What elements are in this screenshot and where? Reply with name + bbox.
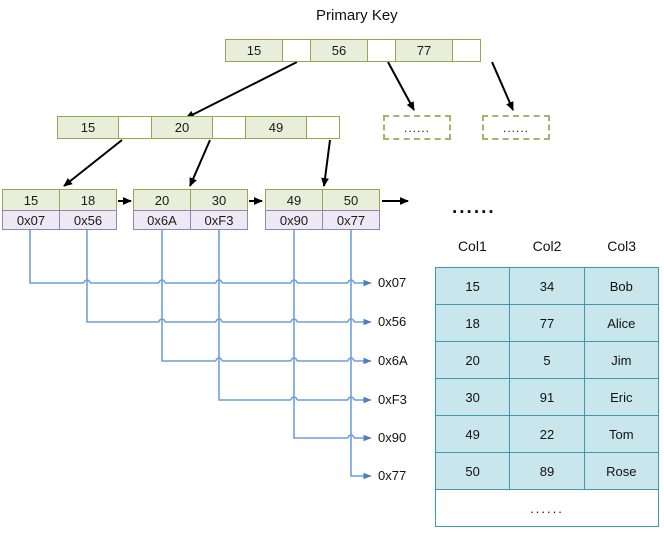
table-cell: 20 <box>435 341 511 379</box>
table-cell: Tom <box>583 415 659 453</box>
record-table: Col1 Col2 Col3 15 34 Bob 18 77 Alice 20 … <box>435 238 659 527</box>
table-row[interactable]: 18 77 Alice <box>435 304 659 342</box>
leaf-node-2: 20 30 0x6A 0xF3 <box>133 189 248 230</box>
record-table-header-col1: Col1 <box>457 238 487 254</box>
leaf-node-1: 15 18 0x07 0x56 <box>2 189 117 230</box>
table-row[interactable]: 49 22 Tom <box>435 415 659 453</box>
address-label-0xF3: 0xF3 <box>378 392 407 407</box>
page-title: Primary Key <box>316 7 398 24</box>
table-row[interactable]: 15 34 Bob <box>435 267 659 305</box>
leaf-1-key-row: 15 18 <box>2 189 117 211</box>
table-cell: 15 <box>435 267 511 305</box>
leaf-2-key-row: 20 30 <box>133 189 248 211</box>
table-cell: Rose <box>583 452 659 490</box>
root-cell-key-0[interactable]: 15 <box>225 39 283 62</box>
leaf-2-pointer-row: 0x6A 0xF3 <box>133 210 248 230</box>
table-cell: 30 <box>435 378 511 416</box>
leaf-3-pointer-0[interactable]: 0x90 <box>265 210 323 230</box>
internal-cell-ptr-2[interactable] <box>306 116 340 139</box>
table-row-more[interactable]: ...... <box>435 489 659 527</box>
table-cell: 50 <box>435 452 511 490</box>
leaf-3-pointer-1[interactable]: 0x77 <box>322 210 380 230</box>
address-label-0x6A: 0x6A <box>378 353 408 368</box>
table-cell: Alice <box>583 304 659 342</box>
root-node: 15 56 77 <box>225 39 481 62</box>
internal-node: 15 20 49 <box>57 116 340 139</box>
record-table-header-col2: Col2 <box>532 238 562 254</box>
table-cell: 34 <box>509 267 585 305</box>
internal-cell-key-0[interactable]: 15 <box>57 116 119 139</box>
record-table-header-row: Col1 Col2 Col3 <box>435 238 659 254</box>
table-cell: 89 <box>509 452 585 490</box>
leaf-1-key-0[interactable]: 15 <box>2 189 60 211</box>
leaf-chain-ellipsis: ...... <box>452 197 496 218</box>
internal-cell-ptr-1[interactable] <box>212 116 246 139</box>
root-cell-ptr-0[interactable] <box>282 39 311 62</box>
placeholder-node-1[interactable]: ...... <box>383 115 451 140</box>
leaf-node-3: 49 50 0x90 0x77 <box>265 189 380 230</box>
leaf-1-pointer-row: 0x07 0x56 <box>2 210 117 230</box>
leaf-3-key-1[interactable]: 50 <box>322 189 380 211</box>
root-cell-key-1[interactable]: 56 <box>310 39 368 62</box>
leaf-1-pointer-0[interactable]: 0x07 <box>2 210 60 230</box>
address-label-0x90: 0x90 <box>378 430 407 445</box>
leaf-3-pointer-row: 0x90 0x77 <box>265 210 380 230</box>
leaf-2-key-0[interactable]: 20 <box>133 189 191 211</box>
root-cell-ptr-2[interactable] <box>452 39 481 62</box>
leaf-3-key-0[interactable]: 49 <box>265 189 323 211</box>
leaf-2-key-1[interactable]: 30 <box>190 189 248 211</box>
root-cell-ptr-1[interactable] <box>367 39 396 62</box>
internal-cell-ptr-0[interactable] <box>118 116 152 139</box>
address-label-0x77: 0x77 <box>378 468 407 483</box>
table-cell: 18 <box>435 304 511 342</box>
table-row[interactable]: 30 91 Eric <box>435 378 659 416</box>
table-cell: 91 <box>509 378 585 416</box>
leaf-1-key-1[interactable]: 18 <box>59 189 117 211</box>
table-cell: Eric <box>583 378 659 416</box>
table-cell: Jim <box>583 341 659 379</box>
address-label-0x07: 0x07 <box>378 275 407 290</box>
record-table-header-col3: Col3 <box>607 238 637 254</box>
table-row[interactable]: 20 5 Jim <box>435 341 659 379</box>
table-cell: 77 <box>509 304 585 342</box>
table-cell-ellipsis: ...... <box>435 489 659 527</box>
leaf-2-pointer-1[interactable]: 0xF3 <box>190 210 248 230</box>
leaf-1-pointer-1[interactable]: 0x56 <box>59 210 117 230</box>
table-cell: 49 <box>435 415 511 453</box>
btree-index-diagram: Primary Key 15 56 77 15 20 49 ...... ...… <box>0 0 664 534</box>
table-cell: Bob <box>583 267 659 305</box>
table-cell: 5 <box>509 341 585 379</box>
root-cell-key-2[interactable]: 77 <box>395 39 453 62</box>
leaf-3-key-row: 49 50 <box>265 189 380 211</box>
address-label-0x56: 0x56 <box>378 314 407 329</box>
leaf-2-pointer-0[interactable]: 0x6A <box>133 210 191 230</box>
table-cell: 22 <box>509 415 585 453</box>
internal-cell-key-1[interactable]: 20 <box>151 116 213 139</box>
table-row[interactable]: 50 89 Rose <box>435 452 659 490</box>
internal-cell-key-2[interactable]: 49 <box>245 116 307 139</box>
placeholder-node-2[interactable]: ...... <box>482 115 550 140</box>
